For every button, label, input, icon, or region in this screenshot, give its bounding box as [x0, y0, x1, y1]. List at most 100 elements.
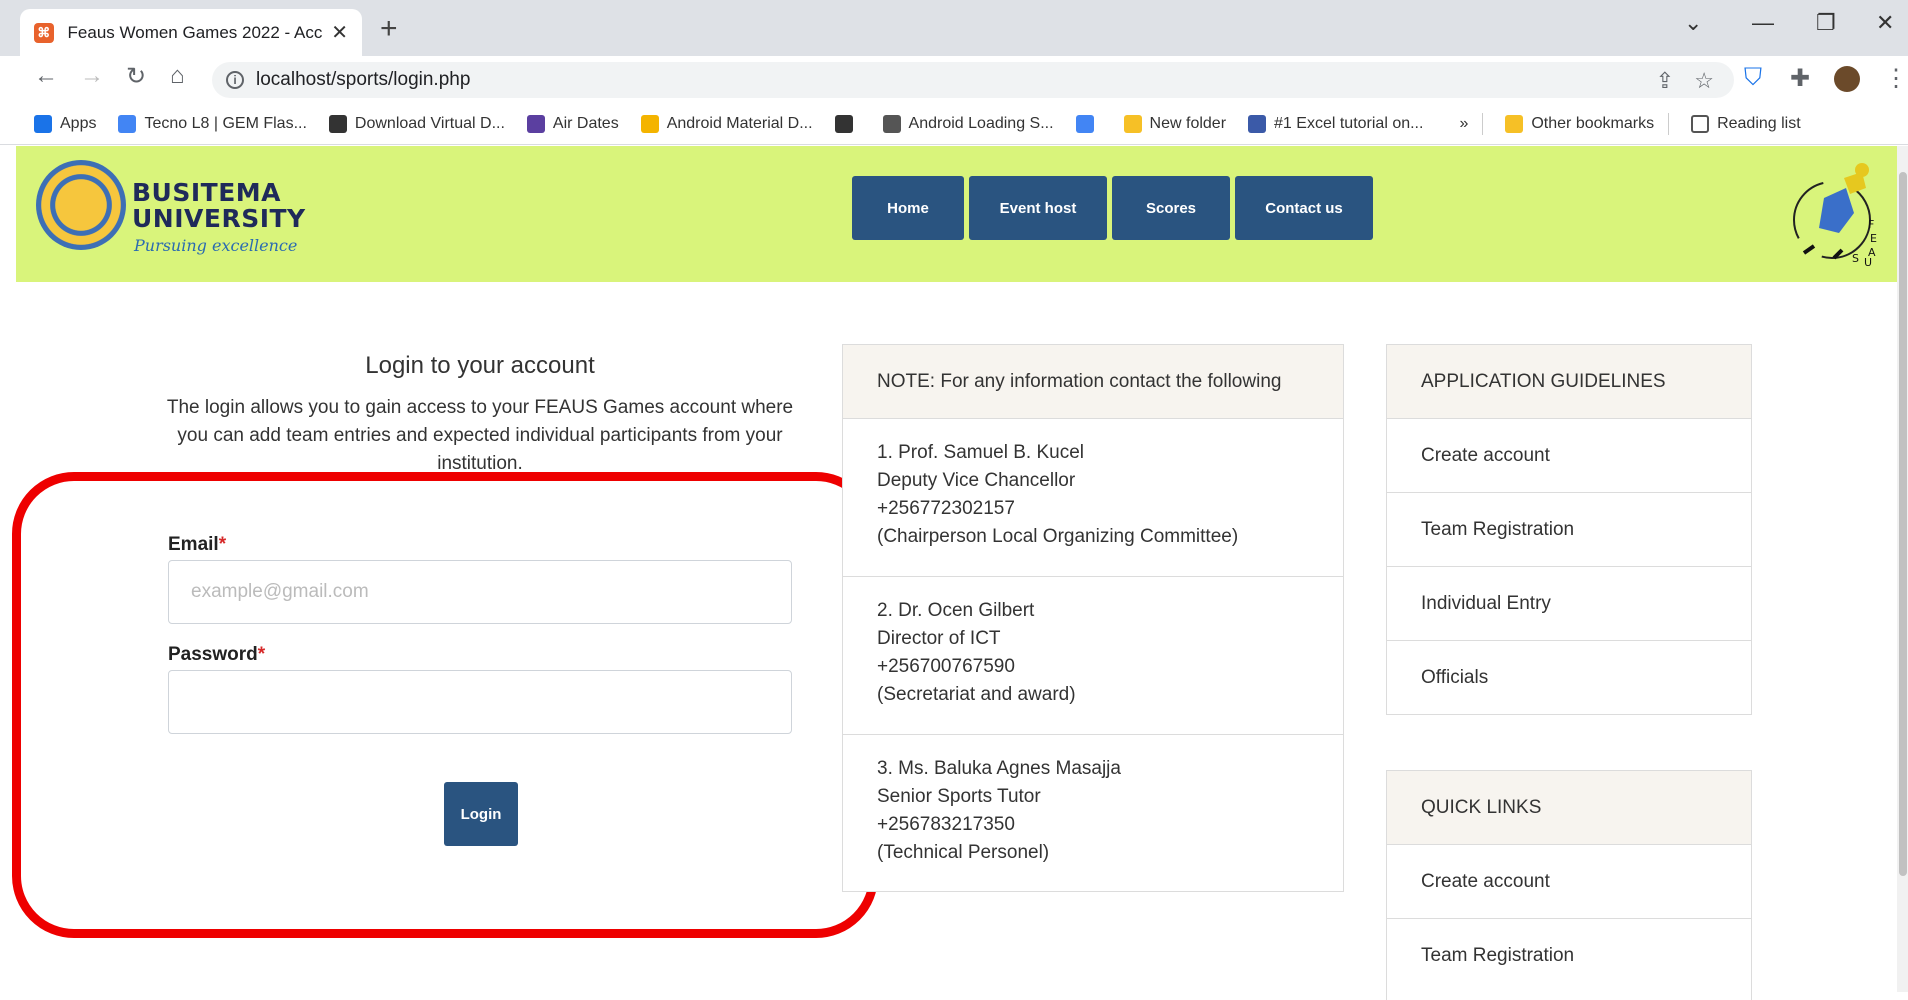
scrollbar-thumb[interactable]	[1899, 172, 1907, 876]
reading-list-icon	[1691, 115, 1710, 133]
gem-icon	[118, 115, 137, 133]
extensions-puzzle-icon[interactable]: ✚	[1790, 64, 1810, 93]
main-nav: Home Event host Scores Contact us	[852, 176, 1373, 240]
svg-text:U: U	[1864, 256, 1872, 269]
bookmark-label: Download Virtual D...	[354, 115, 505, 132]
shield-extension-icon[interactable]: ⛉	[1744, 64, 1762, 92]
contact-role: (Chairperson Local Organizing Committee)	[877, 526, 1239, 547]
tv-icon	[526, 115, 545, 133]
guideline-team-registration[interactable]: Team Registration	[1387, 493, 1751, 567]
folder-icon	[1123, 115, 1142, 133]
close-window-icon[interactable]: ✕	[1876, 10, 1894, 36]
guideline-create-account[interactable]: Create account	[1387, 419, 1751, 493]
other-bookmarks[interactable]: Other bookmarks	[1505, 115, 1654, 133]
contact-phone: +256772302157	[877, 498, 1015, 519]
contact-title: Director of ICT	[877, 628, 1001, 649]
browser-toolbar: ← → ↻ ⌂ i localhost/sports/login.php ⇪ ☆…	[0, 56, 1908, 104]
bookmark-item[interactable]: Tecno L8 | GEM Flas...	[118, 115, 307, 133]
contact-item: 3. Ms. Baluka Agnes Masajja Senior Sport…	[843, 735, 1343, 893]
guideline-officials[interactable]: Officials	[1387, 641, 1751, 715]
contact-phone: +256783217350	[877, 814, 1015, 835]
reading-list[interactable]: Reading list	[1691, 115, 1801, 133]
url-text: localhost/sports/login.php	[256, 69, 471, 90]
globe-icon	[328, 115, 347, 133]
excel-icon	[1248, 115, 1267, 133]
forward-icon[interactable]: →	[80, 62, 104, 90]
contact-name: 2. Dr. Ocen Gilbert	[877, 600, 1035, 621]
contact-title: Deputy Vice Chancellor	[877, 470, 1076, 491]
bookmark-item[interactable]: Download Virtual D...	[328, 115, 505, 133]
tab-search-chevron-icon[interactable]: ⌄	[1684, 10, 1702, 36]
bookmark-label: Android Loading S...	[908, 115, 1054, 132]
google-icon	[1075, 115, 1094, 133]
password-input[interactable]	[168, 670, 792, 734]
nav-home[interactable]: Home	[852, 176, 964, 240]
contact-role: (Secretariat and award)	[877, 684, 1076, 705]
menu-kebab-icon[interactable]: ⋮	[1884, 64, 1908, 93]
bookmark-item[interactable]	[1075, 115, 1102, 133]
guidelines-panel: APPLICATION GUIDELINES Create account Te…	[1386, 344, 1752, 715]
restore-icon[interactable]: ❐	[1816, 10, 1836, 36]
bookmark-star-icon[interactable]: ☆	[1694, 68, 1714, 94]
bookmark-item[interactable]: Apps	[34, 115, 96, 133]
logo-line-2: UNIVERSITY	[132, 204, 306, 233]
password-label-text: Password	[168, 644, 258, 665]
email-label-text: Email	[168, 534, 219, 555]
university-name[interactable]: BUSITEMA UNIVERSITY	[132, 180, 306, 232]
back-icon[interactable]: ←	[34, 62, 58, 90]
university-logo-icon	[36, 160, 126, 250]
bookmark-label: #1 Excel tutorial on...	[1274, 115, 1424, 132]
note-panel: NOTE: For any information contact the fo…	[842, 344, 1344, 892]
guideline-individual-entry[interactable]: Individual Entry	[1387, 567, 1751, 641]
browser-tab[interactable]: ⌘ Feaus Women Games 2022 - Acc ✕	[20, 9, 362, 56]
email-input[interactable]	[168, 560, 792, 624]
bookmark-item[interactable]: Air Dates	[526, 115, 619, 133]
share-icon[interactable]: ⇪	[1656, 68, 1674, 94]
quick-link-create-account[interactable]: Create account	[1387, 845, 1751, 919]
reading-list-label: Reading list	[1717, 115, 1801, 132]
minimize-icon[interactable]: —	[1752, 10, 1774, 36]
logo-tagline: Pursuing excellence	[134, 236, 298, 255]
browser-tab-bar: ⌘ Feaus Women Games 2022 - Acc ✕ + ⌄ — ❐…	[0, 0, 1908, 56]
reload-icon[interactable]: ↻	[126, 62, 146, 91]
site-favicon-icon: ⌘	[34, 22, 54, 43]
contact-item: 2. Dr. Ocen Gilbert Director of ICT +256…	[843, 577, 1343, 735]
svg-text:F: F	[1868, 218, 1874, 231]
site-info-icon[interactable]: i	[226, 71, 244, 89]
email-label: Email*	[168, 534, 226, 556]
address-bar[interactable]: i localhost/sports/login.php ⇪ ☆	[212, 62, 1734, 98]
bookmark-item[interactable]: Android Loading S...	[882, 115, 1054, 133]
material-icon	[640, 115, 659, 133]
bookmark-item[interactable]: Android Material D...	[640, 115, 813, 133]
nav-event-host[interactable]: Event host	[969, 176, 1107, 240]
diamond-icon	[882, 115, 901, 133]
contact-role: (Technical Personel)	[877, 842, 1050, 863]
tab-title: Feaus Women Games 2022 - Acc	[67, 22, 323, 42]
contact-name: 1. Prof. Samuel B. Kucel	[877, 442, 1084, 463]
bookmark-label: Android Material D...	[666, 115, 813, 132]
required-mark: *	[257, 644, 266, 665]
new-tab-icon[interactable]: +	[380, 12, 398, 46]
nav-scores[interactable]: Scores	[1112, 176, 1230, 240]
globe-icon	[834, 115, 853, 133]
login-button[interactable]: Login	[444, 782, 518, 846]
bookmark-item[interactable]	[834, 115, 861, 133]
more-bookmarks-icon[interactable]: »	[1459, 115, 1468, 133]
quick-link-team-registration[interactable]: Team Registration	[1387, 919, 1751, 993]
bookmark-item[interactable]: New folder	[1123, 115, 1226, 133]
folder-icon	[1505, 115, 1524, 133]
other-bookmarks-label: Other bookmarks	[1531, 115, 1655, 132]
login-title: Login to your account	[365, 352, 595, 379]
profile-avatar[interactable]	[1834, 66, 1860, 92]
bookmark-item[interactable]: #1 Excel tutorial on...	[1248, 115, 1423, 133]
quick-links-heading: QUICK LINKS	[1387, 771, 1751, 845]
bookmark-label: Apps	[60, 115, 97, 132]
note-heading: NOTE: For any information contact the fo…	[843, 345, 1343, 419]
svg-text:E: E	[1870, 232, 1877, 245]
password-label: Password*	[168, 644, 265, 666]
nav-contact-us[interactable]: Contact us	[1235, 176, 1373, 240]
svg-text:S: S	[1852, 252, 1859, 265]
logo-line-1: BUSITEMA	[132, 178, 282, 207]
close-tab-icon[interactable]: ✕	[331, 20, 348, 45]
home-icon[interactable]: ⌂	[170, 62, 185, 90]
